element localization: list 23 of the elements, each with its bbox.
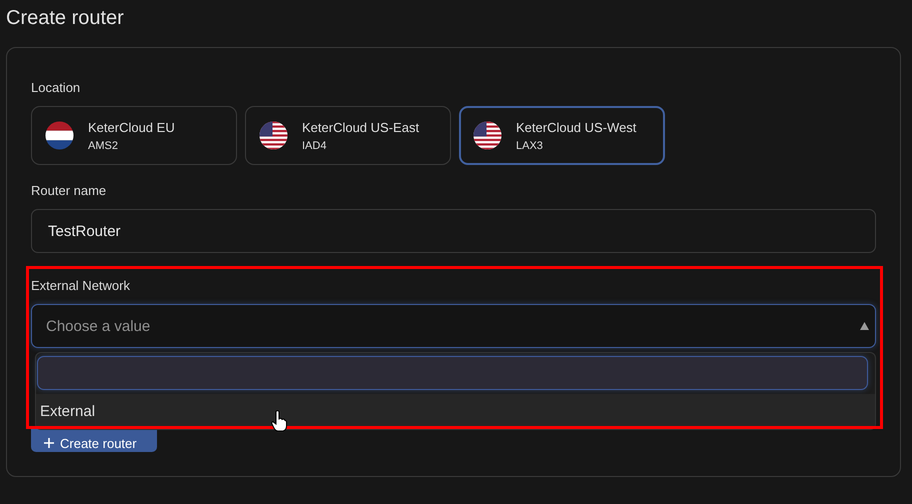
location-name: KeterCloud EU <box>88 120 175 134</box>
caret-up-icon <box>860 322 869 330</box>
hand-cursor-icon <box>271 410 287 432</box>
field-label: Location <box>31 80 80 96</box>
location-card[interactable]: KeterCloud EU AMS2 <box>31 106 237 165</box>
search-field[interactable] <box>37 356 868 390</box>
location-name: KeterCloud US-East <box>302 120 420 134</box>
location-name: KeterCloud US-West <box>516 120 636 134</box>
page-title: Create router <box>6 6 124 31</box>
field-label: External Network <box>31 278 130 294</box>
location-card[interactable]: KeterCloud US-West LAX3 <box>459 106 665 165</box>
location-code: IAD4 <box>302 140 328 152</box>
select-field[interactable]: Choose a value <box>31 304 876 348</box>
flag-icon <box>45 121 74 150</box>
location-card[interactable]: KeterCloud US-East IAD4 <box>245 106 451 165</box>
dropdown-option[interactable]: External <box>36 394 875 429</box>
router-name-field[interactable]: TestRouter <box>31 209 876 253</box>
location-code: AMS2 <box>88 140 119 152</box>
plus-icon <box>44 438 54 448</box>
flag-icon <box>473 121 502 150</box>
field-label: Router name <box>31 183 106 199</box>
location-code: LAX3 <box>516 140 544 152</box>
flag-icon <box>259 121 288 150</box>
